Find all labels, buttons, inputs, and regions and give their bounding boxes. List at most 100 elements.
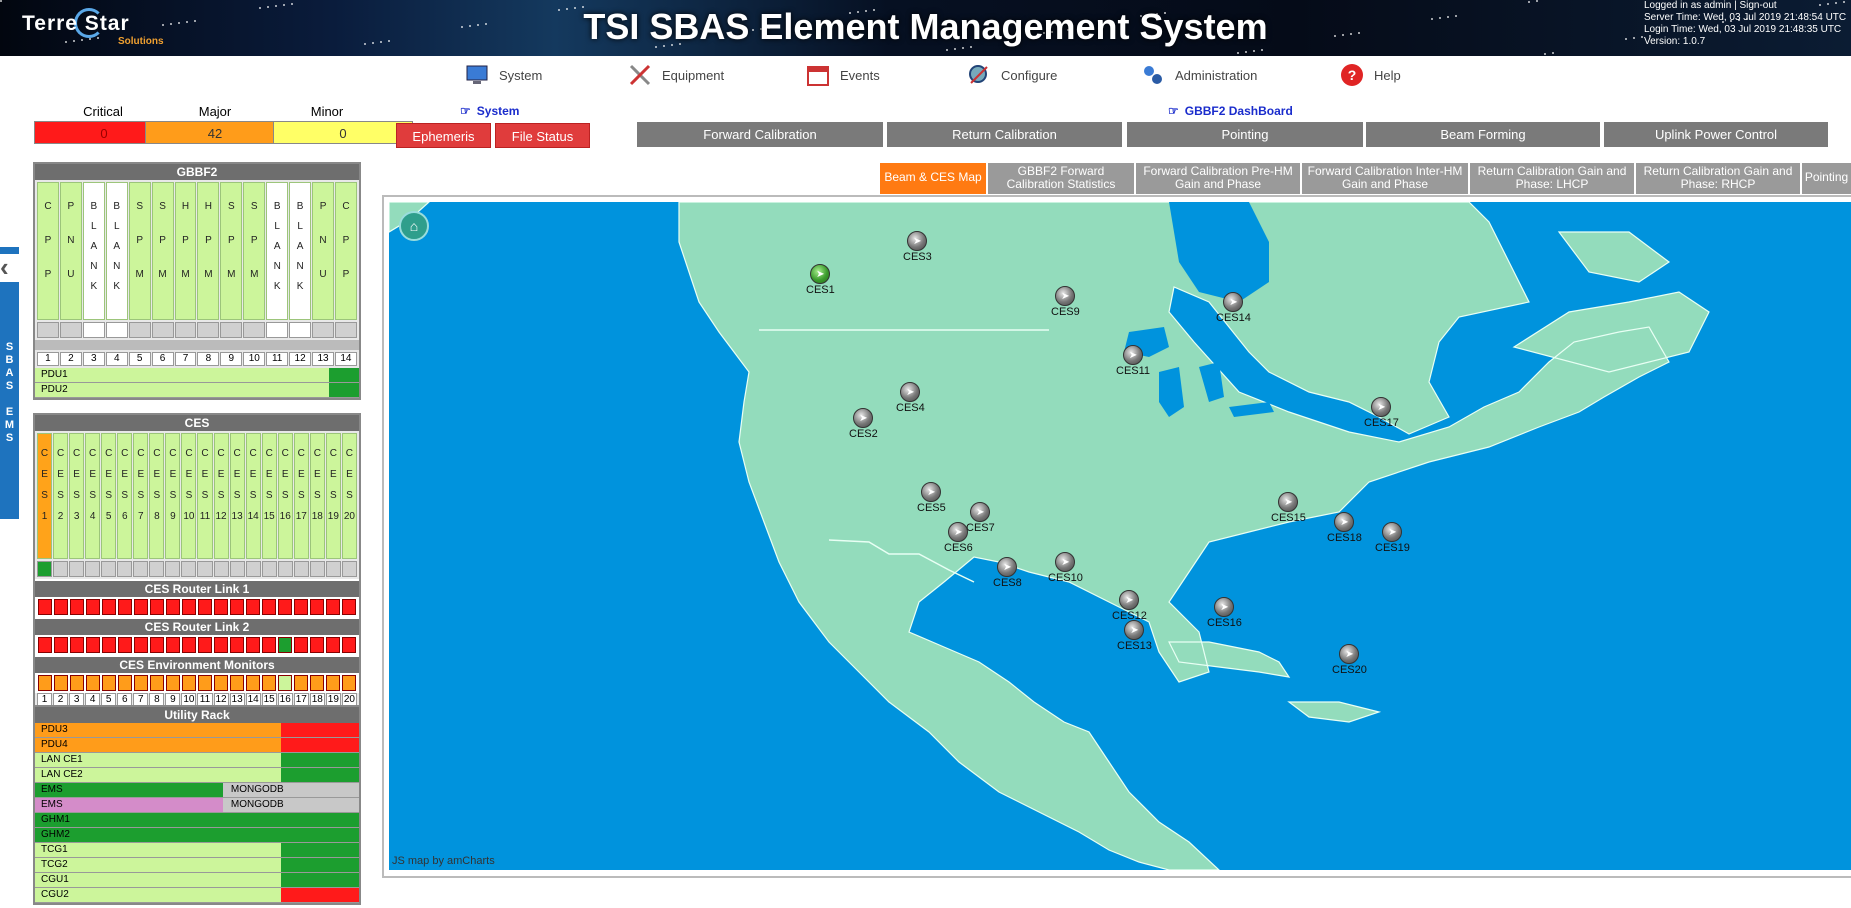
gbbf2-slot[interactable]: H P M [197,182,220,320]
env-cell[interactable] [182,675,196,691]
gbbf2-slot[interactable]: C P P [37,182,59,320]
ces-marker[interactable]: ➤ CES12 [1112,590,1147,622]
utility-row[interactable]: GHM2 [35,828,359,843]
ces-marker[interactable]: ➤ CES5 [917,482,946,514]
ces-slot[interactable]: C E S 20 [341,433,357,559]
sbas-ems-sidetab[interactable]: SBAS EMS [0,247,19,519]
ces-slot[interactable]: C E S 19 [325,433,341,559]
ces-slot[interactable]: CES 5 [101,433,117,559]
nav-equipment[interactable]: Equipment [628,60,724,90]
nav-configure[interactable]: Configure [967,60,1057,90]
router2-cell[interactable] [150,637,164,653]
ces-marker[interactable]: ➤ CES13 [1117,620,1152,652]
ces-marker[interactable]: ➤ CES19 [1375,522,1410,554]
gbbf2-pdu-row[interactable]: PDU2 [35,383,359,398]
tab-return-calibration-rhcp[interactable]: Return Calibration Gain and Phase: RHCP [1636,163,1800,194]
router2-cell[interactable] [134,637,148,653]
map-home-icon[interactable]: ⌂ [399,211,429,241]
router1-cell[interactable] [70,599,84,615]
utility-row[interactable]: GHM1 [35,813,359,828]
utility-row[interactable]: PDU4 [35,738,359,753]
router1-cell[interactable] [342,599,356,615]
env-cell[interactable] [70,675,84,691]
router1-cell[interactable] [182,599,196,615]
ces-marker[interactable]: ➤ CES16 [1207,597,1242,629]
ces-marker[interactable]: ➤ CES2 [849,408,878,440]
gbbf2-slot[interactable]: BLANK [289,182,312,320]
ces-marker[interactable]: ➤ CES3 [903,231,932,263]
gbbf2-slot[interactable]: BLANK [82,182,105,320]
router2-cell[interactable] [38,637,52,653]
map-credit[interactable]: JS map by amCharts [392,855,495,867]
env-cell[interactable] [310,675,324,691]
forward-calibration-button[interactable]: Forward Calibration [637,122,883,147]
minor-count[interactable]: 0 [273,121,413,144]
beam-forming-button[interactable]: Beam Forming [1366,122,1600,147]
ces-marker[interactable]: ➤ CES4 [896,382,925,414]
router2-cell[interactable] [198,637,212,653]
env-cell[interactable] [150,675,164,691]
router2-cell[interactable] [182,637,196,653]
router1-cell[interactable] [150,599,164,615]
tab-pointing[interactable]: Pointing [1802,163,1851,194]
ces-slot[interactable]: C E S 14 [245,433,261,559]
router1-cell[interactable] [134,599,148,615]
ces-slot[interactable]: CES 6 [117,433,133,559]
gbbf2-slot[interactable]: H P M [174,182,197,320]
router2-cell[interactable] [70,637,84,653]
utility-row[interactable]: EMS MONGODB [35,783,359,798]
env-cell[interactable] [102,675,116,691]
nav-system[interactable]: System [465,60,542,90]
return-calibration-button[interactable]: Return Calibration [887,122,1122,147]
env-cell[interactable] [246,675,260,691]
utility-row[interactable]: LAN CE2 [35,768,359,783]
router2-cell[interactable] [86,637,100,653]
env-cell[interactable] [230,675,244,691]
env-cell[interactable] [294,675,308,691]
router2-cell[interactable] [102,637,116,653]
major-count[interactable]: 42 [145,121,285,144]
router1-cell[interactable] [86,599,100,615]
router2-cell[interactable] [278,637,292,653]
north-america-map[interactable] [388,201,1851,871]
ces-slot[interactable]: CES 8 [149,433,165,559]
router2-cell[interactable] [342,637,356,653]
utility-row[interactable]: CGU2 [35,888,359,903]
gbbf2-pdu-row[interactable]: PDU1 [35,368,359,383]
ces-slot[interactable]: CES 7 [133,433,149,559]
gbbf2-slot[interactable]: BLANK [266,182,289,320]
router2-cell[interactable] [54,637,68,653]
system-link[interactable]: ☞ System [460,104,519,118]
utility-row[interactable]: EMS MONGODB [35,798,359,813]
router1-cell[interactable] [278,599,292,615]
gbbf2-slot[interactable]: S P M [243,182,266,320]
router1-cell[interactable] [166,599,180,615]
login-status[interactable]: Logged in as admin | Sign-out [1644,0,1846,12]
env-cell[interactable] [342,675,356,691]
nav-administration[interactable]: Administration [1141,60,1257,90]
gbbf2-dashboard-link[interactable]: ☞ GBBF2 DashBoard [1168,104,1293,118]
env-cell[interactable] [278,675,292,691]
utility-row[interactable]: CGU1 [35,873,359,888]
ces-marker[interactable]: ➤ CES8 [993,557,1022,589]
ces-slot[interactable]: CES 2 [53,433,69,559]
router1-cell[interactable] [310,599,324,615]
env-cell[interactable] [166,675,180,691]
gbbf2-slot[interactable]: P N U [59,182,82,320]
tab-forward-calibration-pre-hm[interactable]: Forward Calibration Pre-HM Gain and Phas… [1136,163,1300,194]
router2-cell[interactable] [310,637,324,653]
ces-slot[interactable]: CES 3 [69,433,85,559]
router1-cell[interactable] [214,599,228,615]
ces-marker[interactable]: ➤ CES1 [806,264,835,296]
tab-forward-calibration-inter-hm[interactable]: Forward Calibration Inter-HM Gain and Ph… [1302,163,1468,194]
ces-marker[interactable]: ➤ CES17 [1364,397,1399,429]
router1-cell[interactable] [246,599,260,615]
uplink-power-control-button[interactable]: Uplink Power Control [1604,122,1828,147]
gbbf2-slot[interactable]: C P P [334,182,357,320]
utility-row[interactable]: PDU3 [35,723,359,738]
router1-cell[interactable] [118,599,132,615]
nav-help[interactable]: ? Help [1340,60,1401,90]
ephemeris-button[interactable]: Ephemeris [396,123,491,148]
gbbf2-slot[interactable]: S P M [220,182,243,320]
ces-marker[interactable]: ➤ CES11 [1116,345,1150,377]
